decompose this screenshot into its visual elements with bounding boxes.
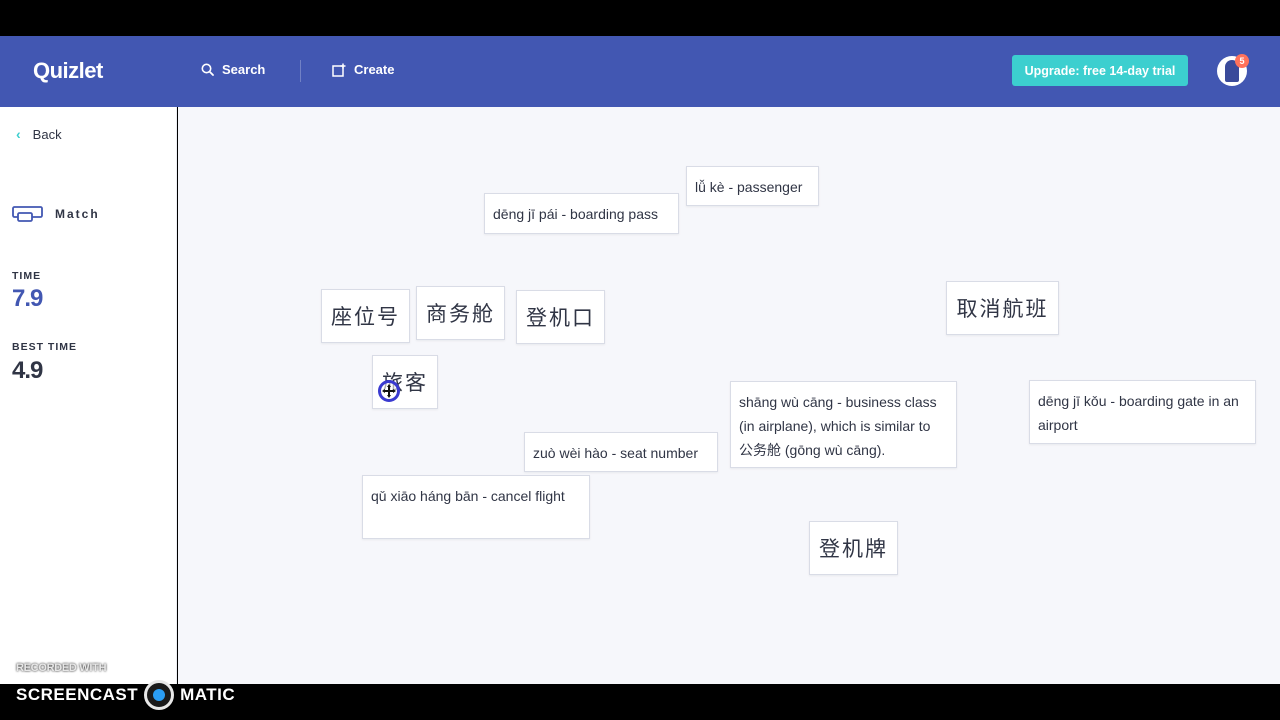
mode-indicator: Match bbox=[12, 205, 100, 223]
match-tile[interactable]: 商务舱 bbox=[416, 286, 505, 340]
time-value: 7.9 bbox=[12, 285, 43, 312]
best-time-label: BEST TIME bbox=[12, 341, 78, 353]
watermark-brand-left: SCREENCAST bbox=[16, 685, 139, 704]
move-cursor-icon bbox=[378, 380, 400, 402]
chevron-left-icon: ‹ bbox=[16, 126, 21, 142]
watermark-brand: SCREENCAST MATIC bbox=[16, 680, 235, 710]
match-tile[interactable]: shāng wù cāng - business class (in airpl… bbox=[730, 381, 957, 468]
match-tile[interactable]: 座位号 bbox=[321, 289, 410, 343]
quizlet-logo[interactable]: Quizlet bbox=[33, 58, 103, 84]
watermark-recorded-with: RECORDED WITH bbox=[16, 662, 107, 674]
match-tile[interactable]: lǚ kè - passenger bbox=[686, 166, 819, 206]
match-tile[interactable]: dēng jī pái - boarding pass bbox=[484, 193, 679, 234]
match-tile[interactable]: dēng jī kǒu - boarding gate in an airpor… bbox=[1029, 380, 1256, 444]
match-tile[interactable]: 取消航班 bbox=[946, 281, 1059, 335]
back-label: Back bbox=[32, 126, 62, 142]
search-label: Search bbox=[222, 62, 266, 77]
screencast-watermark: RECORDED WITH SCREENCAST MATIC bbox=[16, 662, 235, 710]
nav-divider bbox=[300, 60, 301, 82]
notification-badge: 5 bbox=[1235, 54, 1249, 68]
best-time-value: 4.9 bbox=[12, 357, 43, 384]
video-top-letterbox bbox=[0, 0, 1280, 36]
match-tile[interactable]: 登机口 bbox=[516, 290, 605, 344]
screencast-logo-icon bbox=[144, 680, 175, 710]
time-label: TIME bbox=[12, 270, 42, 282]
top-navigation-bar: Quizlet Search Create Upgrade: free 14-d… bbox=[0, 36, 1280, 107]
back-button[interactable]: ‹ Back bbox=[16, 126, 62, 142]
create-button[interactable]: Create bbox=[332, 62, 394, 77]
mode-label: Match bbox=[55, 207, 100, 221]
match-tile[interactable]: 登机牌 bbox=[809, 521, 898, 575]
watermark-brand-right: MATIC bbox=[180, 685, 236, 704]
create-icon bbox=[332, 63, 346, 77]
match-tile[interactable]: qǔ xiāo háng bān - cancel flight bbox=[362, 475, 590, 539]
search-button[interactable]: Search bbox=[201, 62, 265, 77]
upgrade-button[interactable]: Upgrade: free 14-day trial bbox=[1012, 55, 1188, 86]
match-tile[interactable]: zuò wèi hào - seat number bbox=[524, 432, 718, 472]
match-sidebar: ‹ Back Match TIME 7.9 BEST TIME 4.9 bbox=[0, 107, 177, 684]
search-icon bbox=[201, 63, 214, 76]
create-label: Create bbox=[354, 62, 395, 77]
match-mode-icon bbox=[12, 206, 43, 222]
